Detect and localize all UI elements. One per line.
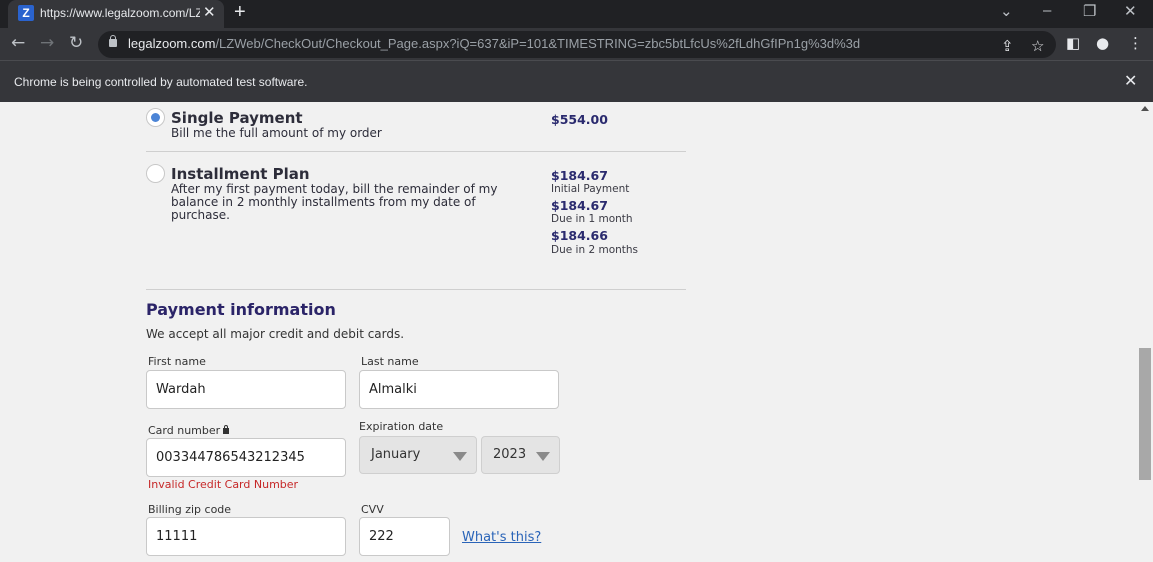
zip-input[interactable]: 11111 [146,517,346,556]
browser-toolbar: ← → ↻ legalzoom.com/LZWeb/CheckOut/Check… [0,28,1153,60]
single-payment-radio[interactable] [146,108,165,127]
tab-search-chevron-icon[interactable]: ⌄ [1000,2,1013,20]
share-icon[interactable]: ⇪ [1001,37,1014,55]
back-arrow-icon[interactable]: ← [11,33,25,53]
legalzoom-favicon-icon: Z [18,5,34,21]
dropdown-caret-icon [453,452,467,461]
installment-description-line: purchase. [171,208,230,222]
infobar-message: Chrome is being controlled by automated … [14,75,308,89]
first-name-input[interactable]: Wardah [146,370,346,409]
divider [146,151,686,152]
cvv-input[interactable]: 222 [359,517,450,556]
installment-price-note: Initial Payment [551,183,630,195]
address-bar[interactable]: legalzoom.com/LZWeb/CheckOut/Checkout_Pa… [98,31,1056,58]
dropdown-caret-icon [536,452,550,461]
scroll-up-arrow-icon[interactable] [1141,106,1149,111]
single-payment-price: $554.00 [551,112,608,127]
cvv-label: CVV [361,503,384,516]
installment-price: $184.66 [551,228,608,243]
automation-infobar: Chrome is being controlled by automated … [0,60,1153,102]
installment-price: $184.67 [551,198,608,213]
installment-price-note: Due in 2 months [551,244,639,256]
expiration-month-select[interactable]: January [359,436,477,474]
payment-info-title: Payment information [146,300,336,319]
reload-icon[interactable]: ↻ [69,33,83,53]
lock-icon[interactable] [109,35,117,47]
card-error-message: Invalid Credit Card Number [148,478,299,491]
profile-avatar-icon[interactable]: ● [1096,34,1109,52]
card-number-label: Card number [148,424,230,437]
installment-price: $184.67 [551,168,608,183]
first-name-label: First name [148,355,206,368]
url-text: legalzoom.com/LZWeb/CheckOut/Checkout_Pa… [128,36,861,51]
menu-kebab-icon[interactable]: ⋮ [1128,34,1143,52]
infobar-close-icon[interactable]: ✕ [1124,71,1137,91]
minimize-icon[interactable]: – [1043,2,1051,19]
tab-title: https://www.legalzoom.com/LZW [40,6,200,20]
page-content: Single Payment Bill me the full amount o… [0,102,1137,562]
single-payment-description: Bill me the full amount of my order [171,126,382,140]
installment-plan-title: Installment Plan [171,165,310,183]
browser-title-bar: Z https://www.legalzoom.com/LZW ✕ + ⌄ – … [0,0,1153,28]
tab-close-icon[interactable]: ✕ [203,3,216,21]
expiration-year-select[interactable]: 2023 [481,436,560,474]
divider [146,289,686,290]
expiration-label: Expiration date [359,420,444,433]
window-close-icon[interactable]: ✕ [1124,2,1137,20]
forward-arrow-icon[interactable]: → [40,33,54,53]
payment-info-subtitle: We accept all major credit and debit car… [146,327,405,341]
single-payment-title: Single Payment [171,109,303,127]
zip-label: Billing zip code [148,503,232,516]
last-name-input[interactable]: Almalki [359,370,559,409]
installment-plan-radio[interactable] [146,164,165,183]
browser-tab[interactable]: Z https://www.legalzoom.com/LZW ✕ [8,0,224,28]
whats-this-link[interactable]: What's this? [462,530,541,545]
new-tab-icon[interactable]: + [234,1,246,24]
card-number-input[interactable]: 003344786543212345 [146,438,346,477]
bookmark-star-icon[interactable]: ☆ [1031,37,1044,55]
side-panel-icon[interactable]: ◧ [1066,34,1080,52]
scrollbar-thumb[interactable] [1139,348,1151,480]
installment-price-note: Due in 1 month [551,213,633,225]
padlock-icon [223,425,230,434]
restore-icon[interactable]: ❐ [1083,2,1096,20]
last-name-label: Last name [361,355,419,368]
page-scrollbar[interactable] [1137,102,1153,562]
